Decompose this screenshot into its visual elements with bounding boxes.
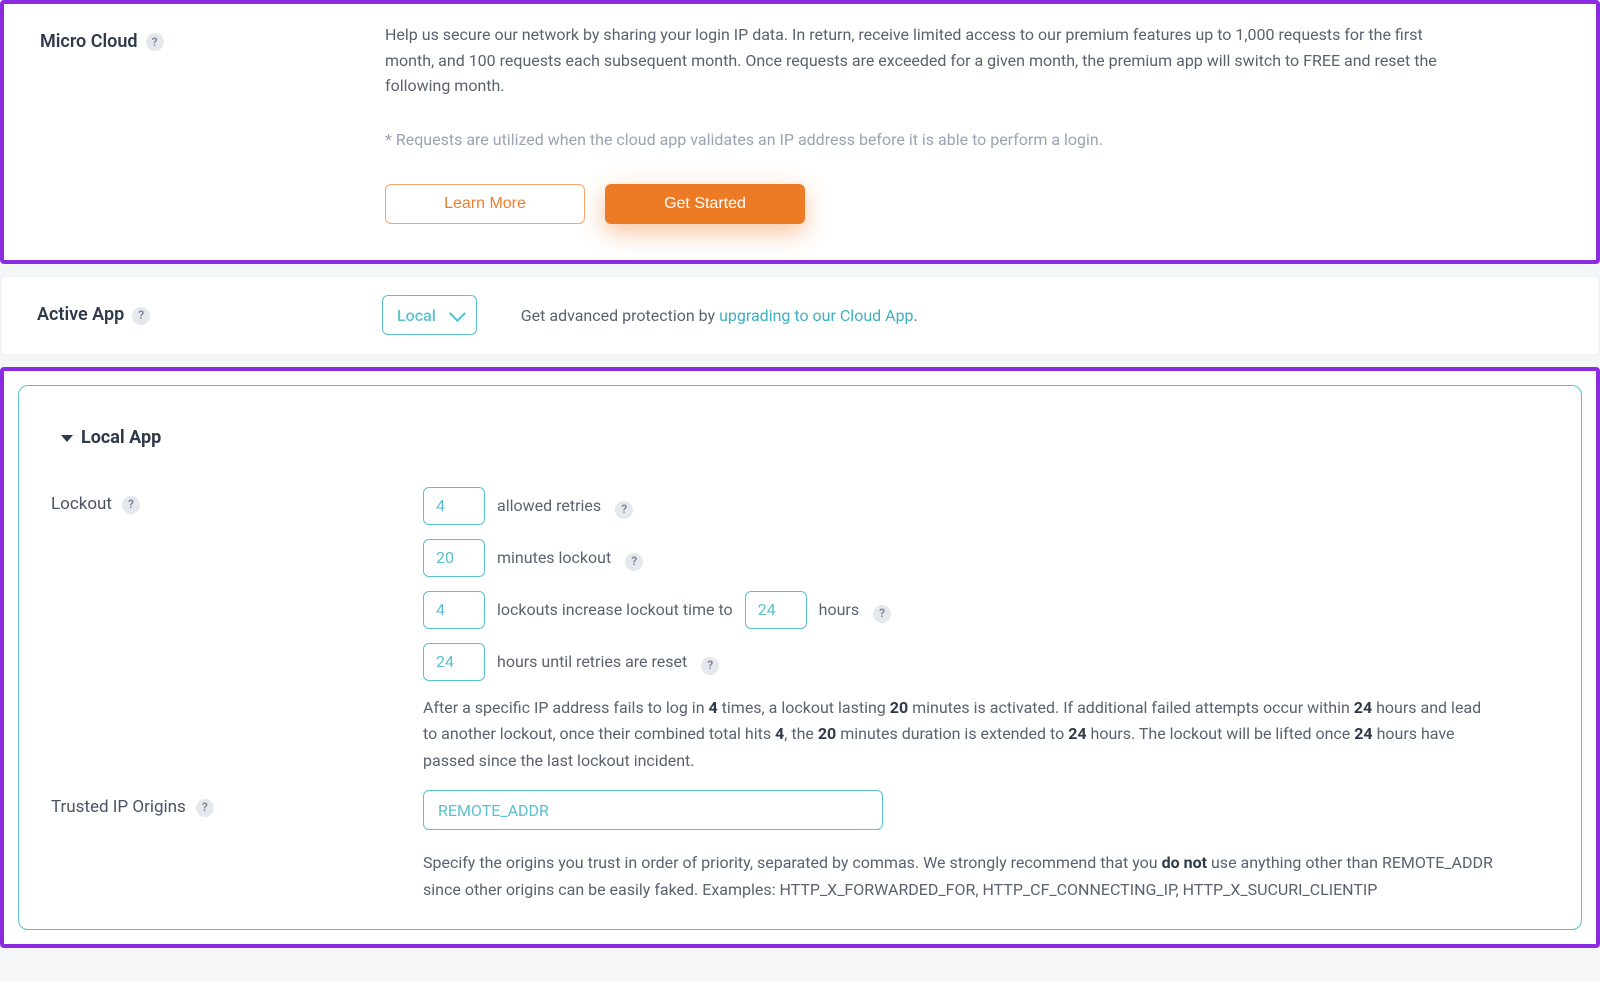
minutes-lockout-label: minutes lockout — [497, 545, 611, 571]
help-icon[interactable]: ? — [615, 501, 633, 519]
local-app-header[interactable]: Local App — [51, 416, 171, 461]
help-icon[interactable]: ? — [873, 605, 891, 623]
trusted-ip-input[interactable] — [423, 790, 883, 830]
active-app-select[interactable]: Local — [382, 295, 477, 335]
active-app-section: Active App ? Local Get advanced protecti… — [0, 276, 1600, 355]
lockout-label: Lockout — [51, 491, 112, 518]
allowed-retries-input[interactable] — [423, 487, 485, 525]
micro-cloud-desc: Help us secure our network by sharing yo… — [385, 22, 1460, 99]
micro-cloud-note: * Requests are utilized when the cloud a… — [385, 127, 1460, 153]
help-icon[interactable]: ? — [701, 657, 719, 675]
lockouts-increase-label-a: lockouts increase lockout time to — [497, 597, 733, 623]
micro-cloud-panel: Micro Cloud ? Help us secure our network… — [0, 0, 1600, 264]
chevron-down-icon — [449, 305, 466, 322]
help-icon[interactable]: ? — [132, 307, 150, 325]
lockout-explanation: After a specific IP address fails to log… — [423, 695, 1499, 774]
micro-cloud-title: Micro Cloud — [40, 28, 138, 57]
allowed-retries-label: allowed retries — [497, 493, 601, 519]
reset-hours-input[interactable] — [423, 643, 485, 681]
minutes-lockout-input[interactable] — [423, 539, 485, 577]
lockouts-increase-label-b: hours — [819, 597, 859, 623]
active-app-selected: Local — [397, 303, 436, 329]
active-app-hint: Get advanced protection by upgrading to … — [521, 303, 918, 329]
help-icon[interactable]: ? — [122, 496, 140, 514]
caret-down-icon — [61, 435, 73, 442]
local-app-panel: Local App Lockout ? allowed retries — [0, 367, 1600, 948]
reset-label: hours until retries are reset — [497, 649, 687, 675]
help-icon[interactable]: ? — [625, 553, 643, 571]
help-icon[interactable]: ? — [196, 799, 214, 817]
get-started-button[interactable]: Get Started — [605, 184, 805, 224]
local-app-title: Local App — [81, 424, 161, 453]
lockout-hours-input[interactable] — [745, 591, 807, 629]
active-app-title: Active App — [37, 301, 124, 330]
lockouts-count-input[interactable] — [423, 591, 485, 629]
help-icon[interactable]: ? — [146, 33, 164, 51]
trusted-ip-desc: Specify the origins you trust in order o… — [423, 850, 1499, 903]
trusted-ip-label: Trusted IP Origins — [51, 794, 186, 821]
upgrade-link[interactable]: upgrading to our Cloud App — [719, 306, 913, 325]
learn-more-button[interactable]: Learn More — [385, 184, 585, 224]
